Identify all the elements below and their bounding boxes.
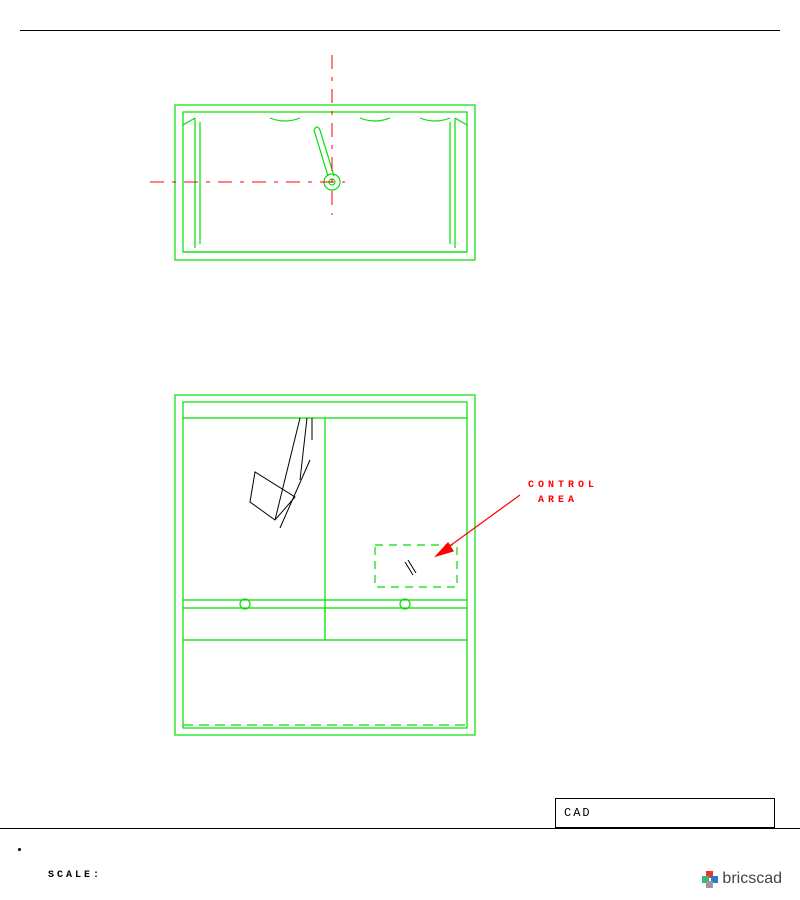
bricscad-icon [702, 871, 718, 887]
brand-name: bricscad [722, 870, 782, 888]
annotation-control-area: CONTROL AREA [528, 478, 598, 508]
title-block: CAD [555, 798, 775, 828]
cad-drawing [0, 0, 800, 820]
title-block-label: CAD [564, 806, 592, 820]
page-border-bottom [0, 828, 800, 829]
annotation-line-2: AREA [528, 493, 598, 508]
annotation-line-1: CONTROL [528, 478, 598, 493]
scale-label: SCALE: [48, 870, 102, 881]
brand-logo: bricscad [702, 870, 782, 888]
drawing-canvas: CONTROL AREA CAD SCALE: bricscad [0, 0, 800, 900]
corner-mark [18, 848, 21, 851]
